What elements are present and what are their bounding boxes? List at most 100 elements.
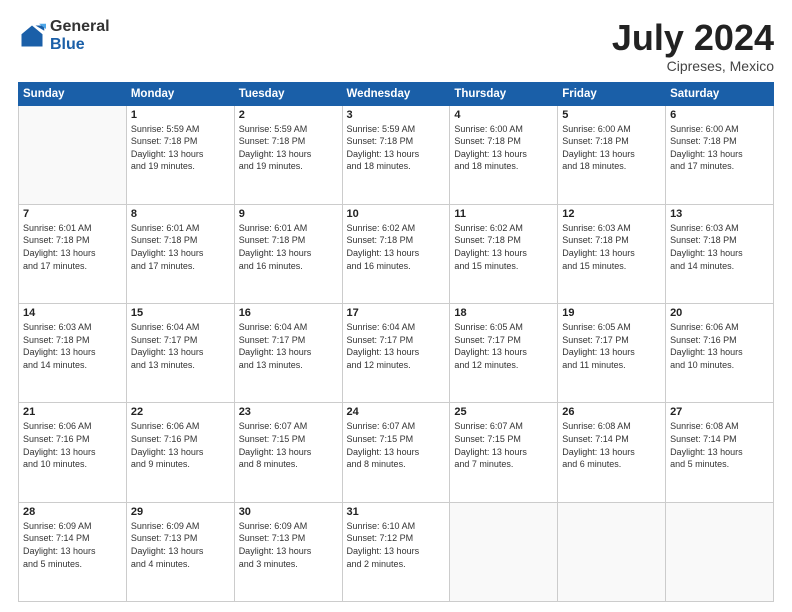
day-number: 2 <box>239 109 338 121</box>
day-number: 27 <box>670 406 769 418</box>
table-row: 15 Sunrise: 6:04 AMSunset: 7:17 PMDayligh… <box>126 304 234 403</box>
logo-text: General Blue <box>50 18 110 53</box>
day-number: 1 <box>131 109 230 121</box>
table-row: 17 Sunrise: 6:04 AMSunset: 7:17 PMDayligh… <box>342 304 450 403</box>
table-row: 13Sunrise: 6:03 AMSunset: 7:18 PMDayligh… <box>666 204 774 303</box>
day-info: Sunrise: 6:04 AMSunset: 7:17 PMDaylight:… <box>131 321 230 371</box>
day-info: Sunrise: 6:04 AMSunset: 7:17 PMDaylight:… <box>347 321 446 371</box>
day-number: 15 <box>131 307 230 319</box>
table-row: 14Sunrise: 6:03 AMSunset: 7:18 PMDayligh… <box>19 304 127 403</box>
table-row: 29 Sunrise: 6:09 AMSunset: 7:13 PMDayligh… <box>126 502 234 601</box>
table-row: 23 Sunrise: 6:07 AMSunset: 7:15 PMDayligh… <box>234 403 342 502</box>
day-info: Sunrise: 6:04 AMSunset: 7:17 PMDaylight:… <box>239 321 338 371</box>
title-block: July 2024 Cipreses, Mexico <box>612 18 774 74</box>
table-row: 7 Sunrise: 6:01 AMSunset: 7:18 PMDaylight… <box>19 204 127 303</box>
logo-icon <box>18 22 46 50</box>
col-tuesday: Tuesday <box>234 82 342 105</box>
day-number: 21 <box>23 406 122 418</box>
table-row: 9Sunrise: 6:01 AMSunset: 7:18 PMDaylight… <box>234 204 342 303</box>
day-number: 9 <box>239 208 338 220</box>
table-row: 4 Sunrise: 6:00 AMSunset: 7:18 PMDaylight… <box>450 105 558 204</box>
logo-blue-text: Blue <box>50 36 85 53</box>
header: General Blue July 2024 Cipreses, Mexico <box>18 18 774 74</box>
table-row <box>450 502 558 601</box>
day-number: 17 <box>347 307 446 319</box>
day-info: Sunrise: 6:00 AMSunset: 7:18 PMDaylight:… <box>454 123 553 173</box>
week-row-5: 28Sunrise: 6:09 AMSunset: 7:14 PMDayligh… <box>19 502 774 601</box>
table-row: 6Sunrise: 6:00 AMSunset: 7:18 PMDaylight… <box>666 105 774 204</box>
day-info: Sunrise: 6:07 AMSunset: 7:15 PMDaylight:… <box>347 420 446 470</box>
day-info: Sunrise: 6:01 AMSunset: 7:18 PMDaylight:… <box>23 222 122 272</box>
col-friday: Friday <box>558 82 666 105</box>
day-info: Sunrise: 6:05 AMSunset: 7:17 PMDaylight:… <box>454 321 553 371</box>
day-number: 31 <box>347 506 446 518</box>
table-row: 31 Sunrise: 6:10 AMSunset: 7:12 PMDayligh… <box>342 502 450 601</box>
day-info: Sunrise: 5:59 AMSunset: 7:18 PMDaylight:… <box>347 123 446 173</box>
col-saturday: Saturday <box>666 82 774 105</box>
calendar-header-row: Sunday Monday Tuesday Wednesday Thursday… <box>19 82 774 105</box>
day-number: 4 <box>454 109 553 121</box>
day-info: Sunrise: 6:02 AMSunset: 7:18 PMDaylight:… <box>347 222 446 272</box>
day-number: 7 <box>23 208 122 220</box>
col-thursday: Thursday <box>450 82 558 105</box>
day-info: Sunrise: 6:03 AMSunset: 7:18 PMDaylight:… <box>23 321 122 371</box>
day-info: Sunrise: 6:09 AMSunset: 7:14 PMDaylight:… <box>23 520 122 570</box>
week-row-4: 21 Sunrise: 6:06 AMSunset: 7:16 PMDayligh… <box>19 403 774 502</box>
day-info: Sunrise: 6:05 AMSunset: 7:17 PMDaylight:… <box>562 321 661 371</box>
week-row-2: 7 Sunrise: 6:01 AMSunset: 7:18 PMDaylight… <box>19 204 774 303</box>
day-number: 5 <box>562 109 661 121</box>
day-number: 16 <box>239 307 338 319</box>
day-info: Sunrise: 6:07 AMSunset: 7:15 PMDaylight:… <box>454 420 553 470</box>
calendar-title: July 2024 <box>612 18 774 58</box>
day-info: Sunrise: 6:08 AMSunset: 7:14 PMDaylight:… <box>562 420 661 470</box>
table-row: 22 Sunrise: 6:06 AMSunset: 7:16 PMDayligh… <box>126 403 234 502</box>
day-info: Sunrise: 6:09 AMSunset: 7:13 PMDaylight:… <box>131 520 230 570</box>
table-row: 20 Sunrise: 6:06 AMSunset: 7:16 PMDayligh… <box>666 304 774 403</box>
table-row: 26Sunrise: 6:08 AMSunset: 7:14 PMDayligh… <box>558 403 666 502</box>
logo-general-text: General <box>50 18 110 35</box>
col-sunday: Sunday <box>19 82 127 105</box>
day-number: 11 <box>454 208 553 220</box>
table-row: 28Sunrise: 6:09 AMSunset: 7:14 PMDayligh… <box>19 502 127 601</box>
table-row: 2Sunrise: 5:59 AMSunset: 7:18 PMDaylight… <box>234 105 342 204</box>
table-row: 11 Sunrise: 6:02 AMSunset: 7:18 PMDayligh… <box>450 204 558 303</box>
day-info: Sunrise: 6:06 AMSunset: 7:16 PMDaylight:… <box>131 420 230 470</box>
table-row: 1Sunrise: 5:59 AMSunset: 7:18 PMDaylight… <box>126 105 234 204</box>
day-info: Sunrise: 6:00 AMSunset: 7:18 PMDaylight:… <box>670 123 769 173</box>
day-number: 29 <box>131 506 230 518</box>
day-info: Sunrise: 6:00 AMSunset: 7:18 PMDaylight:… <box>562 123 661 173</box>
day-info: Sunrise: 6:02 AMSunset: 7:18 PMDaylight:… <box>454 222 553 272</box>
day-number: 18 <box>454 307 553 319</box>
day-info: Sunrise: 6:10 AMSunset: 7:12 PMDaylight:… <box>347 520 446 570</box>
day-number: 3 <box>347 109 446 121</box>
day-number: 23 <box>239 406 338 418</box>
day-number: 19 <box>562 307 661 319</box>
day-number: 25 <box>454 406 553 418</box>
table-row: 8Sunrise: 6:01 AMSunset: 7:18 PMDaylight… <box>126 204 234 303</box>
logo: General Blue <box>18 18 110 53</box>
calendar-location: Cipreses, Mexico <box>612 58 774 74</box>
table-row: 18 Sunrise: 6:05 AMSunset: 7:17 PMDayligh… <box>450 304 558 403</box>
col-wednesday: Wednesday <box>342 82 450 105</box>
table-row: 3 Sunrise: 5:59 AMSunset: 7:18 PMDaylight… <box>342 105 450 204</box>
table-row: 27Sunrise: 6:08 AMSunset: 7:14 PMDayligh… <box>666 403 774 502</box>
table-row: 25 Sunrise: 6:07 AMSunset: 7:15 PMDayligh… <box>450 403 558 502</box>
table-row: 19 Sunrise: 6:05 AMSunset: 7:17 PMDayligh… <box>558 304 666 403</box>
day-info: Sunrise: 6:07 AMSunset: 7:15 PMDaylight:… <box>239 420 338 470</box>
week-row-1: 1 Sunrise: 5:59 AMSunset: 7:18 PMDaylight… <box>19 105 774 204</box>
table-row: 10 Sunrise: 6:02 AMSunset: 7:18 PMDayligh… <box>342 204 450 303</box>
day-number: 10 <box>347 208 446 220</box>
day-number: 22 <box>131 406 230 418</box>
col-monday: Monday <box>126 82 234 105</box>
day-number: 30 <box>239 506 338 518</box>
day-info: Sunrise: 6:06 AMSunset: 7:16 PMDaylight:… <box>23 420 122 470</box>
table-row: 24Sunrise: 6:07 AMSunset: 7:15 PMDayligh… <box>342 403 450 502</box>
table-row: 30Sunrise: 6:09 AMSunset: 7:13 PMDayligh… <box>234 502 342 601</box>
table-row: 21 Sunrise: 6:06 AMSunset: 7:16 PMDayligh… <box>19 403 127 502</box>
day-number: 8 <box>131 208 230 220</box>
table-row: 12Sunrise: 6:03 AMSunset: 7:18 PMDayligh… <box>558 204 666 303</box>
page: General Blue July 2024 Cipreses, Mexico … <box>0 0 792 612</box>
day-info: Sunrise: 6:03 AMSunset: 7:18 PMDaylight:… <box>562 222 661 272</box>
day-info: Sunrise: 6:06 AMSunset: 7:16 PMDaylight:… <box>670 321 769 371</box>
day-number: 20 <box>670 307 769 319</box>
